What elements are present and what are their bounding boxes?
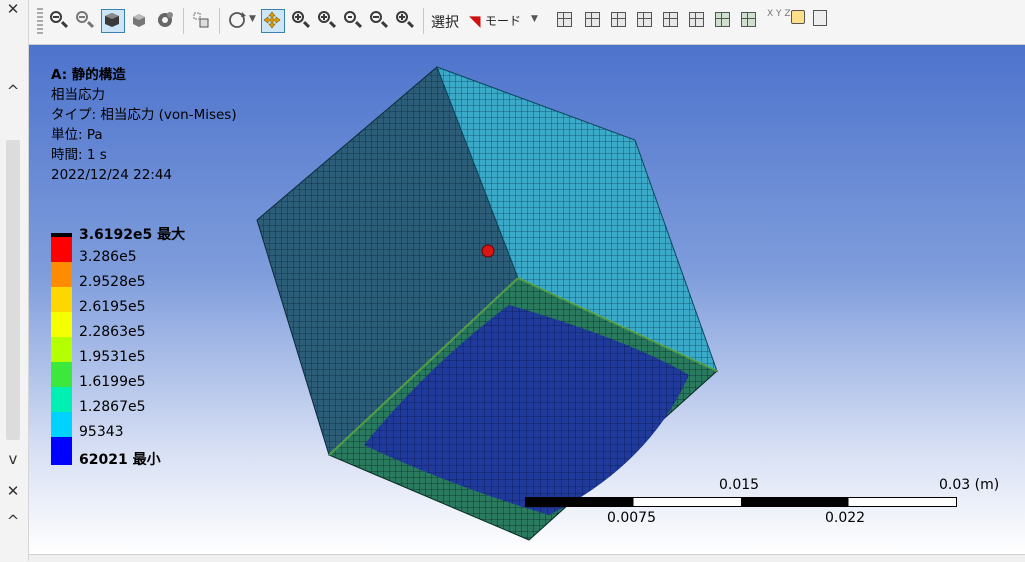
rotate-icon[interactable] bbox=[227, 10, 247, 30]
grid-select-icon[interactable] bbox=[557, 12, 572, 27]
legend-label: 95343 bbox=[79, 424, 124, 440]
legend-label: 1.2867e5 bbox=[79, 399, 146, 415]
legend-swatch bbox=[51, 287, 72, 312]
coordinate-icon[interactable]: X Y Z bbox=[767, 10, 791, 19]
zoom-icon[interactable] bbox=[291, 10, 311, 30]
legend-label: 1.6199e5 bbox=[79, 374, 146, 390]
face-select-icon[interactable] bbox=[637, 12, 652, 27]
legend-label: 1.9531e5 bbox=[79, 349, 146, 365]
graphics-viewport[interactable]: A: 静的構造 相当応力 タイプ: 相当応力 (von-Mises) 単位: P… bbox=[29, 45, 1025, 554]
zoom-box-icon[interactable] bbox=[343, 10, 363, 30]
pan-button[interactable] bbox=[261, 9, 285, 33]
result-unit: 単位: Pa bbox=[51, 127, 103, 143]
legend-label: 2.2863e5 bbox=[79, 324, 146, 340]
scale-label: 0.022 bbox=[825, 510, 866, 526]
scale-label: 0.015 bbox=[719, 477, 760, 493]
body-select-icon[interactable] bbox=[663, 12, 678, 27]
legend-min-label: 62021 最小 bbox=[79, 452, 161, 468]
legend-max-label: 3.6192e5 最大 bbox=[79, 227, 186, 243]
result-timestamp: 2022/12/24 22:44 bbox=[51, 167, 173, 183]
scroll-up-icon[interactable]: ^ bbox=[0, 82, 26, 100]
scroll-up-icon[interactable]: ^ bbox=[0, 512, 26, 530]
magnifier-icon[interactable] bbox=[395, 10, 415, 30]
label-icon[interactable] bbox=[791, 10, 805, 24]
legend-swatch bbox=[51, 362, 72, 387]
close-icon[interactable]: ✕ bbox=[0, 482, 26, 500]
analysis-title: A: 静的構造 bbox=[51, 67, 126, 83]
legend-swatch bbox=[51, 412, 72, 437]
zoom-in-icon[interactable] bbox=[317, 10, 337, 30]
legend-label: 2.9528e5 bbox=[79, 274, 146, 290]
zoom-fit-icon[interactable] bbox=[49, 10, 69, 30]
element-face-icon[interactable] bbox=[715, 12, 730, 27]
left-panel-strip: ✕ ^ v ✕ ^ bbox=[0, 0, 29, 561]
gear-view-icon[interactable] bbox=[155, 10, 175, 30]
chevron-down-icon[interactable]: ▼ bbox=[531, 14, 538, 24]
legend-swatch bbox=[51, 312, 72, 337]
legend-swatch bbox=[51, 262, 72, 287]
scale-label: 0.0075 bbox=[607, 510, 656, 526]
left-scrollbar[interactable] bbox=[6, 140, 20, 440]
shaded-view-icon[interactable] bbox=[129, 10, 149, 30]
result-info: A: 静的構造 相当応力 タイプ: 相当応力 (von-Mises) 単位: P… bbox=[51, 65, 237, 185]
frame-icon[interactable] bbox=[191, 10, 211, 30]
element-select-icon[interactable] bbox=[741, 12, 756, 27]
solid-view-button[interactable] bbox=[101, 9, 125, 33]
close-icon[interactable]: ✕ bbox=[0, 0, 26, 18]
select-button[interactable]: 選択 bbox=[431, 12, 459, 32]
result-name: 相当応力 bbox=[51, 87, 105, 103]
chevron-down-icon[interactable]: ▼ bbox=[249, 14, 256, 24]
scale-bar bbox=[525, 497, 957, 507]
legend-swatch bbox=[51, 437, 72, 465]
zoom-to-fit-icon[interactable] bbox=[369, 10, 389, 30]
result-time: 時間: 1 s bbox=[51, 147, 107, 163]
vertex-select-icon[interactable] bbox=[585, 12, 600, 27]
toolbar-grip[interactable] bbox=[37, 8, 43, 34]
legend-swatch bbox=[51, 237, 72, 262]
node-select-icon[interactable] bbox=[689, 12, 704, 27]
edge-select-icon[interactable] bbox=[611, 12, 626, 27]
legend-swatch bbox=[51, 387, 72, 412]
scale-label: 0.03 (m) bbox=[939, 477, 1000, 493]
legend-swatch bbox=[51, 337, 72, 362]
scroll-down-icon[interactable]: v bbox=[0, 450, 26, 468]
zoom-out-icon[interactable] bbox=[75, 10, 95, 30]
cursor-icon[interactable]: ◥ bbox=[469, 12, 481, 30]
mode-button[interactable]: モード bbox=[485, 12, 521, 29]
legend-label: 3.286e5 bbox=[79, 249, 137, 265]
legend-label: 2.6195e5 bbox=[79, 299, 146, 315]
report-icon[interactable] bbox=[813, 10, 827, 26]
graphics-toolbar: ▼ 選択 ◥ モード ▼ X Y Z bbox=[29, 0, 1025, 45]
result-type: タイプ: 相当応力 (von-Mises) bbox=[51, 107, 237, 123]
